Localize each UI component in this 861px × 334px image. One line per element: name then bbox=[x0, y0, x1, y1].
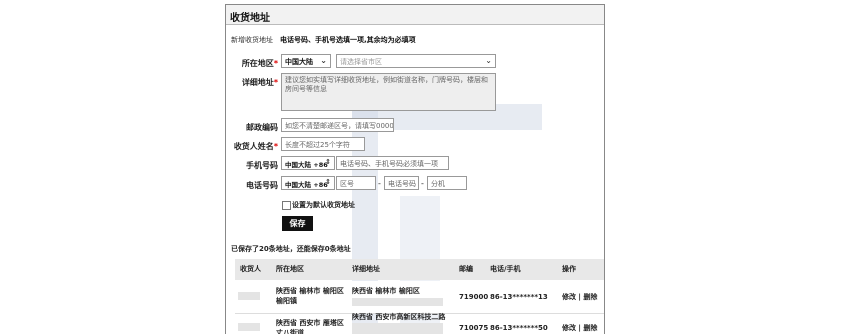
address-panel: 收货地址 新增收货地址 电话号码、手机号选填一项,其余均为必填项 所在地区* 中… bbox=[225, 4, 605, 334]
phone-label: 电话号码 bbox=[246, 181, 278, 190]
column-header: 收货人 bbox=[240, 265, 261, 273]
receiver-name-input[interactable]: 长度不超过25个字符 bbox=[281, 137, 365, 151]
receiver-name-label: 收货人姓名* bbox=[233, 142, 278, 151]
phone-number-input[interactable]: 电话号码 bbox=[384, 176, 419, 190]
mobile-input[interactable]: 电话号码、手机号码必须填一项 bbox=[336, 156, 449, 170]
panel-header: 收货地址 bbox=[226, 5, 604, 25]
redacted-detail bbox=[352, 323, 443, 334]
chevron-down-icon: ⌄ bbox=[320, 56, 327, 65]
updown-icon: ⇕ bbox=[325, 178, 331, 186]
detail-label: 详细地址* bbox=[241, 78, 278, 87]
redacted-receiver bbox=[238, 292, 260, 300]
column-header: 邮编 bbox=[459, 265, 473, 273]
row-actions[interactable]: 修改 | 删除 bbox=[562, 323, 597, 333]
area-code-input[interactable]: 区号 bbox=[336, 176, 376, 190]
section-note: 电话号码、手机号选填一项,其余均为必填项 bbox=[280, 36, 416, 44]
phone-code-select[interactable]: 中国大陆 +86 ⇕ bbox=[281, 176, 335, 190]
postcode-label: 邮政编码 bbox=[246, 123, 278, 132]
province-select[interactable]: 请选择省市区 ⌄ bbox=[336, 54, 496, 68]
extension-input[interactable]: 分机 bbox=[427, 176, 467, 190]
redacted-detail bbox=[352, 298, 443, 306]
row-postcode: 710075 bbox=[459, 324, 489, 332]
default-address-label: 设置为默认收货地址 bbox=[292, 201, 355, 209]
mobile-label: 手机号码 bbox=[246, 161, 278, 170]
dash-separator: - bbox=[378, 179, 381, 188]
postcode-input[interactable]: 如您不清楚邮递区号，请填写000000 bbox=[281, 118, 394, 132]
row-detail: 陕西省 榆林市 榆阳区 bbox=[352, 287, 420, 295]
row-detail: 陕西省 西安市高新区科技二路 bbox=[352, 313, 446, 321]
section-label: 新增收货地址 bbox=[231, 36, 273, 44]
country-select[interactable]: 中国大陆 ⌄ bbox=[281, 54, 331, 68]
row-phone: 86-13*******13 bbox=[490, 293, 548, 301]
row-region: 陕西省 西安市 雁塔区 丈八街道 bbox=[276, 319, 344, 334]
saved-summary: 已保存了20条地址，还能保存0条地址 bbox=[231, 245, 351, 253]
chevron-down-icon: ⌄ bbox=[485, 56, 492, 65]
row-postcode: 719000 bbox=[459, 293, 489, 301]
detail-textarea[interactable]: 建议您如实填写详细收货地址，例如街道名称，门牌号码，楼层和房间号等信息 bbox=[281, 73, 496, 111]
column-header: 详细地址 bbox=[352, 265, 380, 273]
column-header: 操作 bbox=[562, 265, 576, 273]
redacted-receiver bbox=[238, 323, 260, 331]
updown-icon: ⇕ bbox=[325, 158, 331, 166]
row-phone: 86-13*******50 bbox=[490, 324, 548, 332]
region-label: 所在地区* bbox=[241, 59, 278, 68]
default-address-checkbox[interactable] bbox=[282, 201, 291, 210]
row-actions[interactable]: 修改 | 删除 bbox=[562, 292, 597, 302]
column-header: 电话/手机 bbox=[490, 265, 521, 273]
panel-title: 收货地址 bbox=[230, 13, 270, 24]
column-header: 所在地区 bbox=[276, 265, 304, 273]
dash-separator: - bbox=[421, 179, 424, 188]
row-region: 陕西省 榆林市 榆阳区 榆阳镇 bbox=[276, 287, 344, 305]
mobile-code-select[interactable]: 中国大陆 +86 ⇕ bbox=[281, 156, 335, 170]
save-button[interactable]: 保存 bbox=[282, 216, 313, 231]
